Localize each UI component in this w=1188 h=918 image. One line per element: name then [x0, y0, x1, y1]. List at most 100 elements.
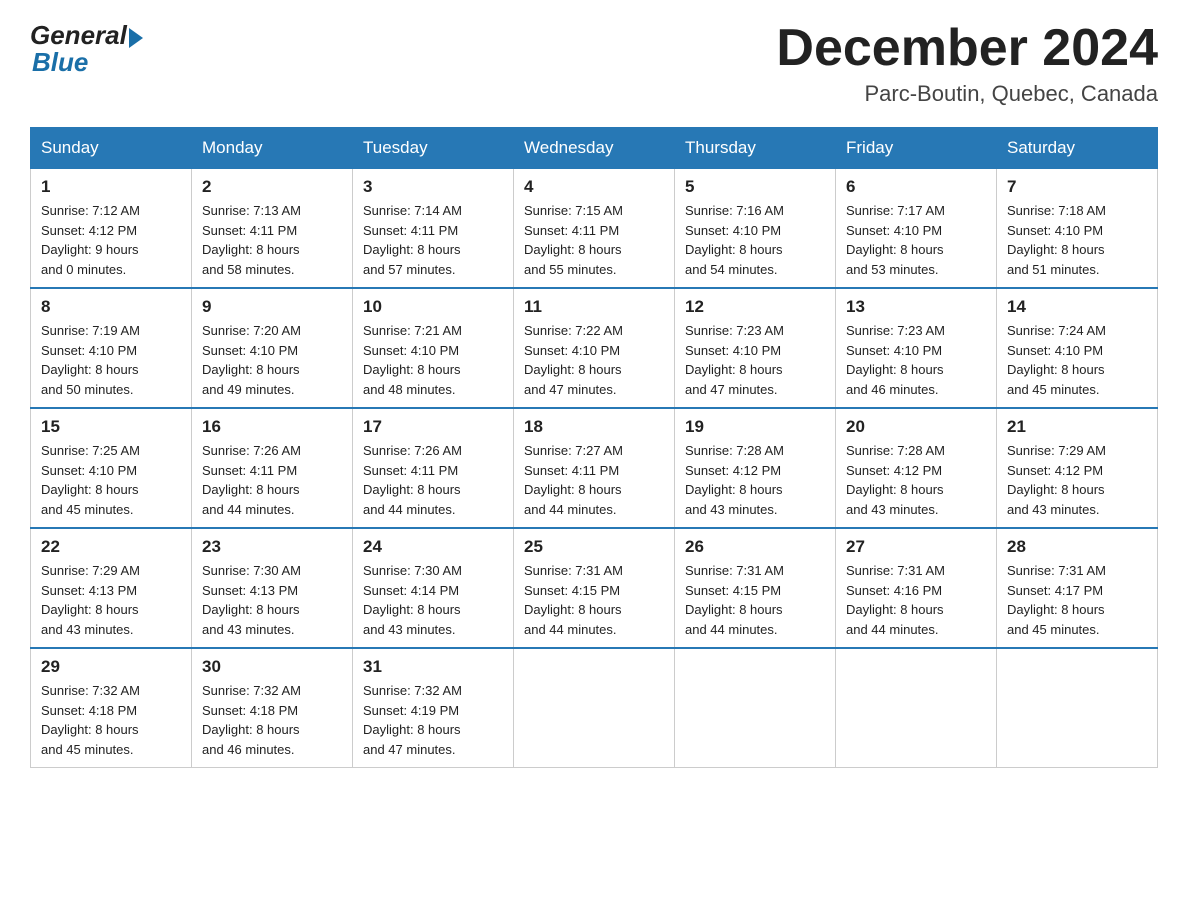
day-number: 10: [363, 297, 503, 317]
day-number: 28: [1007, 537, 1147, 557]
day-number: 22: [41, 537, 181, 557]
calendar-cell: 20 Sunrise: 7:28 AMSunset: 4:12 PMDayligh…: [836, 408, 997, 528]
day-info: Sunrise: 7:12 AMSunset: 4:12 PMDaylight:…: [41, 201, 181, 279]
calendar-cell: 14 Sunrise: 7:24 AMSunset: 4:10 PMDayligh…: [997, 288, 1158, 408]
logo: General Blue: [30, 20, 143, 78]
calendar-cell: 5 Sunrise: 7:16 AMSunset: 4:10 PMDaylight…: [675, 169, 836, 289]
day-info: Sunrise: 7:31 AMSunset: 4:17 PMDaylight:…: [1007, 561, 1147, 639]
day-number: 12: [685, 297, 825, 317]
day-info: Sunrise: 7:31 AMSunset: 4:15 PMDaylight:…: [685, 561, 825, 639]
calendar-cell: 13 Sunrise: 7:23 AMSunset: 4:10 PMDayligh…: [836, 288, 997, 408]
month-title: December 2024: [776, 20, 1158, 77]
day-number: 31: [363, 657, 503, 677]
day-info: Sunrise: 7:29 AMSunset: 4:12 PMDaylight:…: [1007, 441, 1147, 519]
calendar-cell: 12Sunrise: 7:23 AMSunset: 4:10 PMDayligh…: [675, 288, 836, 408]
calendar-cell: 21 Sunrise: 7:29 AMSunset: 4:12 PMDayligh…: [997, 408, 1158, 528]
day-info: Sunrise: 7:32 AMSunset: 4:19 PMDaylight:…: [363, 681, 503, 759]
logo-arrow-icon: [129, 28, 143, 48]
day-info: Sunrise: 7:14 AMSunset: 4:11 PMDaylight:…: [363, 201, 503, 279]
day-number: 17: [363, 417, 503, 437]
calendar-cell: 23Sunrise: 7:30 AMSunset: 4:13 PMDayligh…: [192, 528, 353, 648]
calendar-week-row: 1 Sunrise: 7:12 AMSunset: 4:12 PMDaylight…: [31, 169, 1158, 289]
day-number: 20: [846, 417, 986, 437]
day-info: Sunrise: 7:32 AMSunset: 4:18 PMDaylight:…: [202, 681, 342, 759]
day-number: 27: [846, 537, 986, 557]
day-number: 9: [202, 297, 342, 317]
calendar-cell: 24 Sunrise: 7:30 AMSunset: 4:14 PMDayligh…: [353, 528, 514, 648]
day-number: 15: [41, 417, 181, 437]
day-number: 1: [41, 177, 181, 197]
calendar-cell: [997, 648, 1158, 768]
day-number: 21: [1007, 417, 1147, 437]
day-number: 4: [524, 177, 664, 197]
weekday-header-sunday: Sunday: [31, 128, 192, 169]
calendar-cell: 28 Sunrise: 7:31 AMSunset: 4:17 PMDayligh…: [997, 528, 1158, 648]
calendar-table: SundayMondayTuesdayWednesdayThursdayFrid…: [30, 127, 1158, 768]
day-info: Sunrise: 7:26 AMSunset: 4:11 PMDaylight:…: [363, 441, 503, 519]
day-info: Sunrise: 7:13 AMSunset: 4:11 PMDaylight:…: [202, 201, 342, 279]
day-info: Sunrise: 7:21 AMSunset: 4:10 PMDaylight:…: [363, 321, 503, 399]
day-info: Sunrise: 7:16 AMSunset: 4:10 PMDaylight:…: [685, 201, 825, 279]
day-info: Sunrise: 7:26 AMSunset: 4:11 PMDaylight:…: [202, 441, 342, 519]
calendar-cell: 16 Sunrise: 7:26 AMSunset: 4:11 PMDayligh…: [192, 408, 353, 528]
calendar-cell: 9 Sunrise: 7:20 AMSunset: 4:10 PMDaylight…: [192, 288, 353, 408]
day-info: Sunrise: 7:22 AMSunset: 4:10 PMDaylight:…: [524, 321, 664, 399]
title-block: December 2024 Parc-Boutin, Quebec, Canad…: [776, 20, 1158, 107]
calendar-cell: 19Sunrise: 7:28 AMSunset: 4:12 PMDayligh…: [675, 408, 836, 528]
logo-blue-text: Blue: [32, 47, 88, 78]
calendar-cell: 27 Sunrise: 7:31 AMSunset: 4:16 PMDayligh…: [836, 528, 997, 648]
calendar-cell: 26Sunrise: 7:31 AMSunset: 4:15 PMDayligh…: [675, 528, 836, 648]
weekday-header-wednesday: Wednesday: [514, 128, 675, 169]
calendar-cell: 29 Sunrise: 7:32 AMSunset: 4:18 PMDayligh…: [31, 648, 192, 768]
day-info: Sunrise: 7:15 AMSunset: 4:11 PMDaylight:…: [524, 201, 664, 279]
day-number: 13: [846, 297, 986, 317]
calendar-cell: 22 Sunrise: 7:29 AMSunset: 4:13 PMDayligh…: [31, 528, 192, 648]
day-info: Sunrise: 7:30 AMSunset: 4:14 PMDaylight:…: [363, 561, 503, 639]
calendar-cell: 4 Sunrise: 7:15 AMSunset: 4:11 PMDaylight…: [514, 169, 675, 289]
day-number: 2: [202, 177, 342, 197]
weekday-header-saturday: Saturday: [997, 128, 1158, 169]
calendar-cell: 10 Sunrise: 7:21 AMSunset: 4:10 PMDayligh…: [353, 288, 514, 408]
weekday-header-row: SundayMondayTuesdayWednesdayThursdayFrid…: [31, 128, 1158, 169]
calendar-cell: 8 Sunrise: 7:19 AMSunset: 4:10 PMDaylight…: [31, 288, 192, 408]
calendar-cell: 30 Sunrise: 7:32 AMSunset: 4:18 PMDayligh…: [192, 648, 353, 768]
day-number: 8: [41, 297, 181, 317]
weekday-header-tuesday: Tuesday: [353, 128, 514, 169]
day-number: 5: [685, 177, 825, 197]
location-text: Parc-Boutin, Quebec, Canada: [776, 81, 1158, 107]
day-info: Sunrise: 7:31 AMSunset: 4:16 PMDaylight:…: [846, 561, 986, 639]
calendar-cell: 18Sunrise: 7:27 AMSunset: 4:11 PMDayligh…: [514, 408, 675, 528]
day-number: 29: [41, 657, 181, 677]
day-number: 7: [1007, 177, 1147, 197]
day-info: Sunrise: 7:23 AMSunset: 4:10 PMDaylight:…: [846, 321, 986, 399]
day-number: 18: [524, 417, 664, 437]
day-number: 30: [202, 657, 342, 677]
day-info: Sunrise: 7:25 AMSunset: 4:10 PMDaylight:…: [41, 441, 181, 519]
calendar-cell: 25Sunrise: 7:31 AMSunset: 4:15 PMDayligh…: [514, 528, 675, 648]
day-info: Sunrise: 7:28 AMSunset: 4:12 PMDaylight:…: [685, 441, 825, 519]
day-number: 11: [524, 297, 664, 317]
calendar-cell: [836, 648, 997, 768]
calendar-cell: 1 Sunrise: 7:12 AMSunset: 4:12 PMDaylight…: [31, 169, 192, 289]
calendar-week-row: 15 Sunrise: 7:25 AMSunset: 4:10 PMDayligh…: [31, 408, 1158, 528]
day-number: 24: [363, 537, 503, 557]
page-header: General Blue December 2024 Parc-Boutin, …: [30, 20, 1158, 107]
day-info: Sunrise: 7:20 AMSunset: 4:10 PMDaylight:…: [202, 321, 342, 399]
calendar-week-row: 22 Sunrise: 7:29 AMSunset: 4:13 PMDayligh…: [31, 528, 1158, 648]
day-info: Sunrise: 7:29 AMSunset: 4:13 PMDaylight:…: [41, 561, 181, 639]
calendar-cell: 17 Sunrise: 7:26 AMSunset: 4:11 PMDayligh…: [353, 408, 514, 528]
calendar-cell: 31 Sunrise: 7:32 AMSunset: 4:19 PMDayligh…: [353, 648, 514, 768]
day-info: Sunrise: 7:32 AMSunset: 4:18 PMDaylight:…: [41, 681, 181, 759]
day-info: Sunrise: 7:18 AMSunset: 4:10 PMDaylight:…: [1007, 201, 1147, 279]
weekday-header-friday: Friday: [836, 128, 997, 169]
day-info: Sunrise: 7:24 AMSunset: 4:10 PMDaylight:…: [1007, 321, 1147, 399]
day-number: 14: [1007, 297, 1147, 317]
day-info: Sunrise: 7:28 AMSunset: 4:12 PMDaylight:…: [846, 441, 986, 519]
day-info: Sunrise: 7:17 AMSunset: 4:10 PMDaylight:…: [846, 201, 986, 279]
day-number: 3: [363, 177, 503, 197]
day-number: 25: [524, 537, 664, 557]
calendar-cell: [514, 648, 675, 768]
day-info: Sunrise: 7:19 AMSunset: 4:10 PMDaylight:…: [41, 321, 181, 399]
calendar-cell: 3 Sunrise: 7:14 AMSunset: 4:11 PMDaylight…: [353, 169, 514, 289]
day-number: 16: [202, 417, 342, 437]
